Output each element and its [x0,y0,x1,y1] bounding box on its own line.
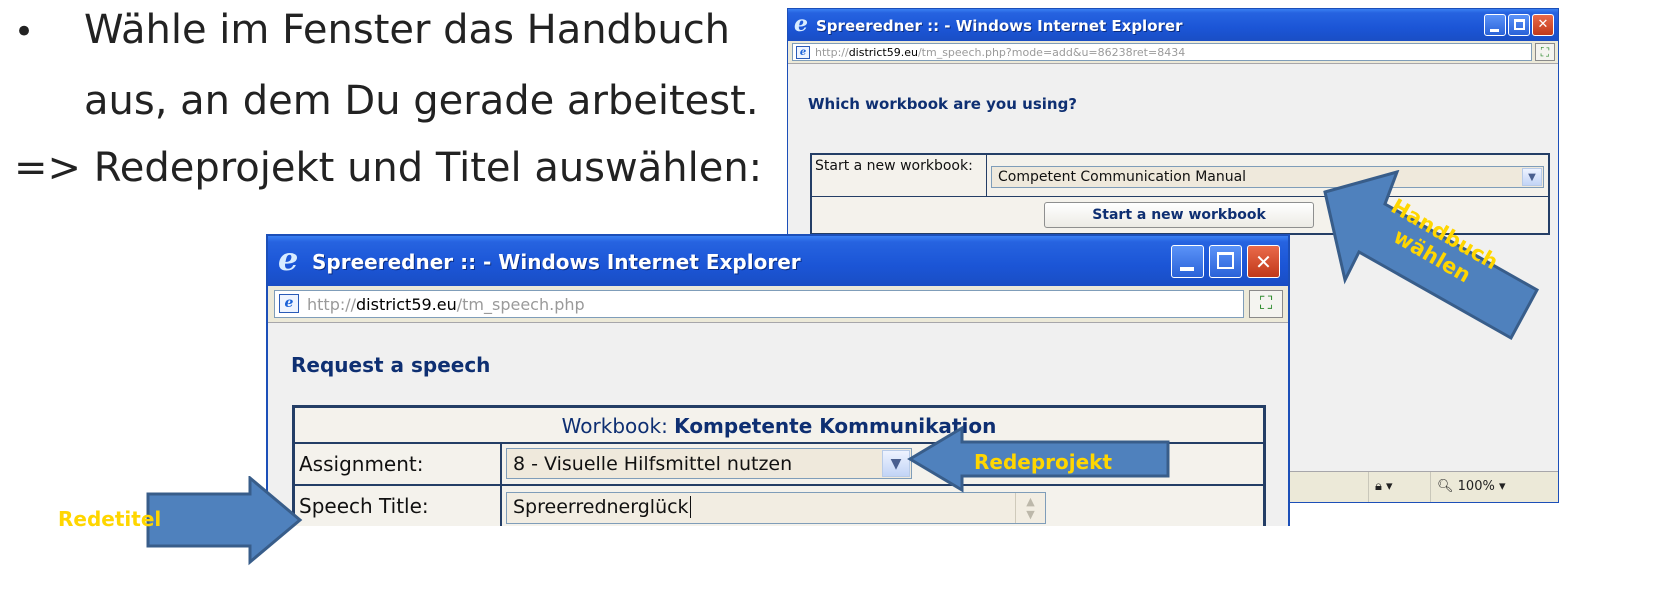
security-zone[interactable]: 🔒︎ ▾ [1368,472,1430,502]
text-cursor [689,496,691,518]
bullet-symbol: • [14,12,35,52]
minimize-button[interactable] [1484,14,1506,36]
bullet-text-line2: aus, an dem Du gerade arbeitest. [84,78,759,124]
compatibility-view-button[interactable]: ⛶ [1249,290,1283,318]
security-zone-icon: 🔒︎ [1375,479,1382,494]
window-title: Spreeredner :: - Windows Internet Explor… [816,17,1183,35]
zoom-control[interactable]: 🔍︎ 100% ▾ [1430,472,1526,502]
speech-title-label: Speech Title: [295,486,502,526]
window-title: Spreeredner :: - Windows Internet Explor… [312,250,801,274]
workbook-select-value: Competent Communication Manual [998,169,1247,185]
speech-title-value: Spreerrednerglück [513,496,689,518]
redeprojekt-label: Redeprojekt [974,450,1113,474]
minimize-button[interactable] [1171,245,1204,278]
arrow-instruction-line: => Redeprojekt und Titel auswählen: [14,145,763,191]
maximize-button[interactable] [1508,14,1530,36]
spinner-down-icon: ▼ [1026,508,1035,521]
compatibility-view-button[interactable]: ⛶ [1535,43,1555,61]
window-titlebar[interactable]: e Spreeredner :: - Windows Internet Expl… [268,236,1288,286]
close-icon: ✕ [1255,250,1272,274]
minimize-icon [1490,29,1499,32]
close-icon: ✕ [1537,17,1549,32]
url-prefix: http:// [815,46,849,59]
assignment-label: Assignment: [295,444,502,484]
ie-logo-icon: e [278,240,299,278]
assignment-select[interactable]: 8 - Visuelle Hilfsmittel nutzen ▼ [506,448,912,479]
speech-title-input[interactable]: Spreerrednerglück ▲ ▼ [506,492,1046,524]
page-heading: Request a speech [291,353,491,377]
bullet-text-line1: Wähle im Fenster das Handbuch [84,7,731,53]
page-heading: Which workbook are you using? [808,95,1078,113]
close-button[interactable]: ✕ [1532,14,1554,36]
maximize-button[interactable] [1209,245,1242,278]
url-prefix: http:// [307,295,357,314]
url-domain: district59.eu [356,295,457,314]
redetitel-label: Redetitel [58,507,162,531]
ie-logo-icon: e [794,11,808,37]
close-button[interactable]: ✕ [1247,245,1280,278]
compatibility-view-icon: ⛶ [1259,293,1273,314]
maximize-icon [1217,252,1234,269]
new-workbook-label: Start a new workbook: [812,155,987,197]
compatibility-view-icon: ⛶ [1540,45,1550,59]
url-domain: district59.eu [848,46,918,59]
spinner-up-icon: ▲ [1026,495,1035,508]
minimize-icon [1180,267,1194,271]
url-field[interactable]: e http://district59.eu/tm_speech.php [274,290,1244,318]
page-icon: e [279,294,299,313]
window-titlebar[interactable]: e Spreeredner :: - Windows Internet Expl… [788,9,1558,41]
address-bar: e http://district59.eu/tm_speech.php ⛶ [268,286,1288,323]
input-spinner[interactable]: ▲ ▼ [1015,493,1045,523]
start-new-workbook-button[interactable]: Start a new workbook [1044,202,1314,228]
address-bar: e http://district59.eu/tm_speech.php?mod… [788,41,1558,64]
redetitel-arrow [146,476,303,566]
maximize-icon [1514,19,1525,30]
page-icon: e [796,46,810,59]
url-field[interactable]: e http://district59.eu/tm_speech.php?mod… [792,43,1532,61]
workbook-caption-prefix: Workbook: [561,414,668,438]
url-path: /tm_speech.php [456,295,585,314]
zoom-icon: 🔍︎ [1437,479,1454,494]
zoom-level: 100% [1457,479,1495,494]
assignment-select-value: 8 - Visuelle Hilfsmittel nutzen [513,453,793,475]
url-path: /tm_speech.php?mode=add&u=86238ret=8434 [917,46,1186,59]
